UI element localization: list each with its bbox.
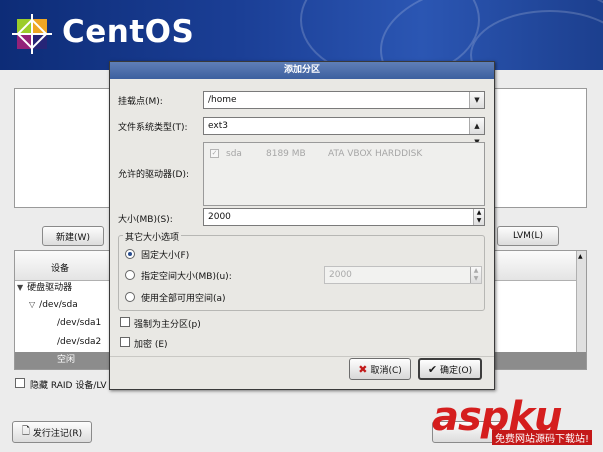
mount-point-combo[interactable]: /home ▼ bbox=[203, 91, 485, 109]
hide-raid-label: 隐藏 RAID 设备/LV bbox=[30, 381, 107, 391]
centos-logo-text: CentOS bbox=[62, 14, 195, 50]
ok-button[interactable]: ✔ 确定(O) bbox=[418, 358, 482, 380]
fs-type-select[interactable]: ext3 ▲▼ bbox=[203, 117, 485, 146]
upto-size-value: 2000 bbox=[329, 270, 352, 280]
mount-point-value: /home bbox=[208, 95, 237, 105]
tree-row-sda[interactable]: ▽/dev/sda bbox=[15, 296, 78, 313]
lvm-button[interactable]: LVM(L) bbox=[497, 226, 559, 246]
ok-icon: ✔ bbox=[427, 362, 438, 376]
mount-point-label: 挂载点(M): bbox=[118, 97, 163, 107]
other-size-options-frame: 其它大小选项 固定大小(F) 指定空间大小(MB)(u): 2000 ▲ ▼ 使用… bbox=[118, 230, 485, 311]
updown-arrow-icon[interactable]: ▲▼ bbox=[469, 118, 484, 146]
upto-size-spinbutton[interactable]: 2000 ▲ ▼ bbox=[324, 266, 482, 284]
tree-row-sda1[interactable]: /dev/sda1 bbox=[15, 315, 101, 332]
cancel-icon: ✖ bbox=[358, 362, 368, 376]
add-partition-dialog: 添加分区 挂载点(M): /home ▼ 文件系统类型(T): ext3 ▲▼ … bbox=[109, 61, 495, 390]
fs-type-value: ext3 bbox=[208, 121, 228, 131]
fill-space-label: 使用全部可用空间(a) bbox=[141, 294, 226, 304]
fixed-size-radio[interactable] bbox=[125, 249, 135, 259]
encrypt-checkbox[interactable] bbox=[120, 337, 130, 347]
cancel-button[interactable]: ✖ 取消(C) bbox=[349, 358, 411, 380]
dialog-title: 添加分区 bbox=[110, 62, 494, 79]
size-label: 大小(MB)(S): bbox=[118, 215, 173, 225]
centos-logo-icon bbox=[12, 14, 52, 54]
force-primary-label: 强制为主分区(p) bbox=[134, 320, 201, 330]
drives-list: ✓ sda 8189 MB ATA VBOX HARDDISK bbox=[203, 142, 485, 206]
header-banner: CentOS bbox=[0, 0, 603, 70]
column-header-device: 设备 bbox=[51, 264, 70, 274]
force-primary-checkbox[interactable] bbox=[120, 317, 130, 327]
release-notes-button[interactable]: 🗋 发行注记(R) bbox=[12, 421, 92, 443]
tree-row-drives[interactable]: ▼ 硬盘驱动器 bbox=[15, 279, 72, 296]
upto-size-radio[interactable] bbox=[125, 270, 135, 280]
size-value: 2000 bbox=[208, 212, 231, 222]
expander-down-icon[interactable]: ▽ bbox=[29, 300, 35, 309]
drives-label: 允许的驱动器(D): bbox=[118, 170, 189, 180]
other-size-options-title: 其它大小选项 bbox=[123, 230, 182, 243]
tree-row-sda2[interactable]: /dev/sda2 bbox=[15, 334, 101, 351]
dialog-separator bbox=[110, 356, 494, 357]
drive-row-sda[interactable]: ✓ sda 8189 MB ATA VBOX HARDDISK bbox=[210, 147, 480, 161]
watermark-tagline: 免费网站源码下载站! bbox=[492, 430, 593, 445]
fill-space-radio[interactable] bbox=[125, 292, 135, 302]
spin-arrows-icon[interactable]: ▲ ▼ bbox=[470, 267, 481, 283]
encrypt-label: 加密 (E) bbox=[134, 340, 168, 350]
size-spinbutton[interactable]: 2000 ▲ ▼ bbox=[203, 208, 485, 226]
fs-type-label: 文件系统类型(T): bbox=[118, 123, 188, 133]
drive-sda-checkbox[interactable]: ✓ bbox=[210, 149, 219, 158]
notes-icon: 🗋 bbox=[21, 425, 30, 437]
dropdown-arrow-icon[interactable]: ▼ bbox=[469, 92, 484, 108]
scroll-up-icon[interactable]: ▲ bbox=[578, 253, 583, 260]
drive-size: 8189 MB bbox=[266, 149, 306, 159]
spin-arrows-icon[interactable]: ▲ ▼ bbox=[473, 209, 484, 225]
drive-model: ATA VBOX HARDDISK bbox=[328, 149, 423, 159]
expander-down-icon[interactable]: ▼ bbox=[17, 283, 23, 292]
new-partition-button[interactable]: 新建(W) bbox=[42, 226, 104, 246]
hide-raid-checkbox[interactable] bbox=[15, 378, 25, 388]
drive-name: sda bbox=[226, 149, 242, 159]
fixed-size-label: 固定大小(F) bbox=[141, 251, 190, 261]
upto-size-label: 指定空间大小(MB)(u): bbox=[141, 272, 232, 282]
